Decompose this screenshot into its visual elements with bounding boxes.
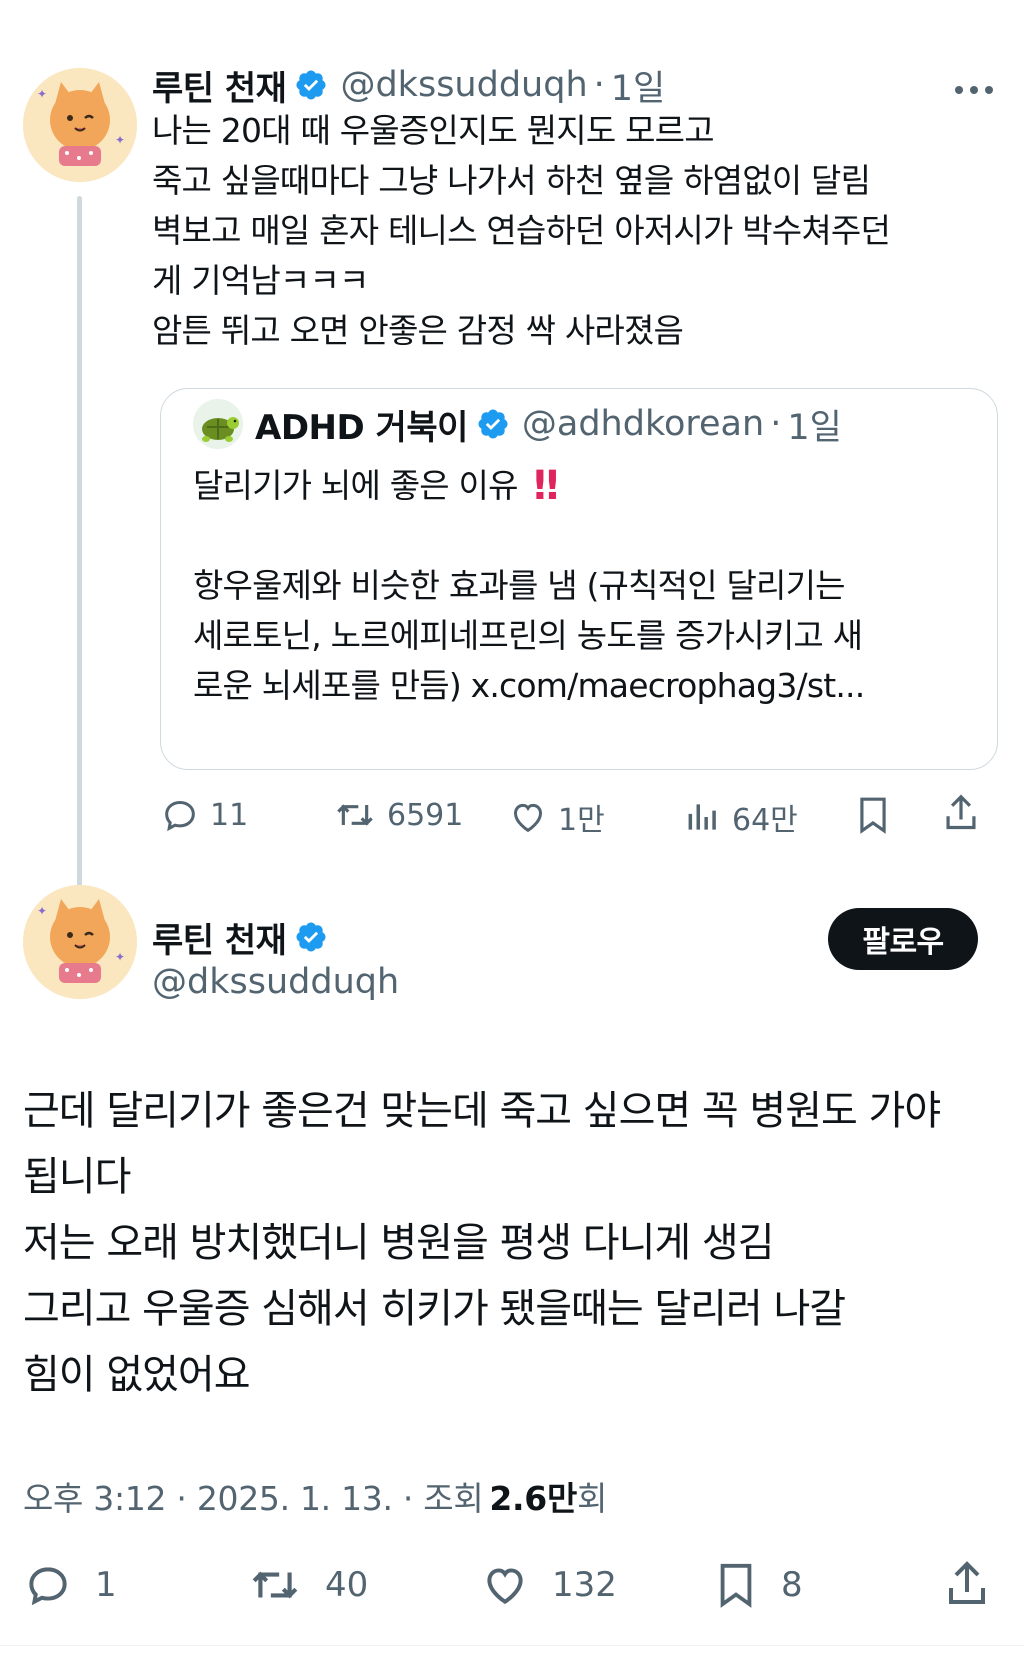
quoted-tweet-time: 1일 xyxy=(787,407,842,448)
reply-count: 1 xyxy=(95,1565,117,1605)
author-display-name[interactable]: 루틴 천재 xyxy=(152,913,287,962)
tweet-text-line: 근데 달리기가 좋은건 맞는데 죽고 싶으면 꼭 병원도 가야 xyxy=(23,1088,941,1134)
like-count: 132 xyxy=(552,1565,617,1605)
share-icon xyxy=(946,794,976,830)
thread-connector-line xyxy=(77,196,82,892)
main-author-name-row: 루틴 천재 xyxy=(152,912,328,962)
quote-body: 달리기가 뇌에 좋은 이유 ‼ 항우울제와 비슷한 효과를 냄 (규칙적인 달리… xyxy=(193,461,865,711)
views-chart-icon xyxy=(688,804,716,830)
svg-text:✦: ✦ xyxy=(115,133,125,147)
views-count: 2.6만 xyxy=(489,1479,578,1518)
share-button[interactable] xyxy=(941,792,981,834)
quoted-author-handle[interactable]: @adhdkorean xyxy=(522,404,764,444)
cat-avatar-icon: ✦ ✦ xyxy=(23,885,137,999)
turtle-avatar-icon xyxy=(193,399,243,449)
reply-button[interactable]: 11 xyxy=(160,795,248,835)
bookmark-icon xyxy=(720,1563,752,1608)
meta-separator: · xyxy=(402,1479,414,1518)
meta-separator: · xyxy=(593,65,605,105)
parent-tweet-header: 루틴 천재 @dkssudduqh · 1일 xyxy=(152,60,665,110)
tweet-text-line: 게 기억남ㅋㅋㅋ xyxy=(152,261,369,300)
tweet-text-line: 나는 20대 때 우울증인지도 뭔지도 모르고 xyxy=(152,111,715,150)
author-avatar[interactable]: ✦ ✦ xyxy=(23,68,137,182)
retweet-button[interactable]: 40 xyxy=(247,1560,368,1610)
author-avatar[interactable]: ✦ ✦ xyxy=(23,885,137,999)
tweet-text-line: 됩니다 xyxy=(23,1154,131,1200)
bookmark-button[interactable]: 8 xyxy=(713,1558,803,1612)
views-label: 조회 xyxy=(423,1479,484,1518)
cat-avatar-icon: ✦ ✦ xyxy=(23,68,137,182)
retweet-icon xyxy=(252,1571,298,1599)
heart-icon xyxy=(513,803,543,833)
tweet-text-line: 벽보고 매일 혼자 테니스 연습하던 아저시가 박수쳐주던 xyxy=(152,211,891,250)
bookmark-button[interactable] xyxy=(854,793,892,837)
reply-count: 11 xyxy=(210,797,249,833)
quote-text-line: 항우울제와 비슷한 효과를 냄 (규칙적인 달리기는 xyxy=(193,566,846,605)
quote-title-line: 달리기가 뇌에 좋은 이유 ‼ xyxy=(193,461,864,511)
views-suffix: 회 xyxy=(577,1479,608,1518)
svg-text:✦: ✦ xyxy=(37,87,47,101)
divider xyxy=(0,1645,1024,1646)
tweet-date[interactable]: 2025. 1. 13. xyxy=(197,1479,393,1518)
tweet-text-line: 암튼 뛰고 오면 안좋은 감정 싹 사라졌음 xyxy=(152,311,684,350)
tweet-text-line: 힘이 없었어요 xyxy=(23,1352,251,1398)
more-dots-icon[interactable] xyxy=(955,86,993,94)
verified-badge-icon xyxy=(478,409,508,439)
verified-badge-icon xyxy=(296,922,326,952)
double-exclamation-icon: ‼ xyxy=(533,463,559,509)
quote-text-line: 로운 뇌세포를 만듬) x.com/maecrophag3/st... xyxy=(193,666,865,705)
reply-icon xyxy=(29,1567,67,1606)
quote-blank-line xyxy=(193,511,864,561)
views-count: 64만 xyxy=(732,803,798,838)
quoted-tweet-card[interactable]: ADHD 거북이 @adhdkorean · 1일 달리기가 뇌에 좋은 이유 … xyxy=(160,388,998,770)
retweet-button[interactable]: 6591 xyxy=(333,795,463,835)
svg-text:✦: ✦ xyxy=(115,950,125,964)
svg-text:✦: ✦ xyxy=(37,904,47,918)
tweet-text-line: 그리고 우울증 심해서 히키가 됐을때는 달리러 나갈 xyxy=(23,1286,846,1332)
retweet-count: 40 xyxy=(325,1565,369,1605)
author-handle[interactable]: @dkssudduqh xyxy=(340,65,587,105)
like-button[interactable]: 1만 xyxy=(508,795,605,839)
quoted-author-name[interactable]: ADHD 거북이 xyxy=(255,400,468,449)
bookmark-count: 8 xyxy=(781,1565,803,1605)
main-tweet-text: 근데 달리기가 좋은건 맞는데 죽고 싶으면 꼭 병원도 가야 됩니다 저는 오… xyxy=(23,1078,941,1408)
views-button[interactable]: 64만 xyxy=(684,795,798,839)
reply-icon xyxy=(165,800,195,832)
tweet-time[interactable]: 오후 3:12 xyxy=(23,1479,167,1518)
tweet-text-line: 죽고 싶을때마다 그냥 나가서 하천 옆을 하염없이 달림 xyxy=(152,161,871,200)
tweet-timestamp-row: 오후 3:12 · 2025. 1. 13. · 조회 2.6만회 xyxy=(23,1472,607,1520)
heart-icon xyxy=(487,1568,523,1604)
follow-button[interactable]: 팔로우 xyxy=(828,908,978,970)
parent-tweet-text: 나는 20대 때 우울증인지도 뭔지도 모르고 죽고 싶을때마다 그냥 나가서 … xyxy=(152,106,891,356)
reply-button[interactable]: 1 xyxy=(23,1560,117,1610)
author-handle[interactable]: @dkssudduqh xyxy=(152,962,399,1002)
meta-separator: · xyxy=(176,1479,187,1518)
like-button[interactable]: 132 xyxy=(480,1560,617,1610)
like-count: 1만 xyxy=(558,803,605,838)
share-button[interactable] xyxy=(943,1558,991,1610)
tweet-time[interactable]: 1일 xyxy=(611,60,665,111)
retweet-count: 6591 xyxy=(387,797,464,833)
quote-header: ADHD 거북이 @adhdkorean · 1일 xyxy=(193,399,842,449)
quote-title: 달리기가 뇌에 좋은 이유 xyxy=(193,466,518,505)
share-icon xyxy=(949,1561,985,1604)
quote-text-line: 세로토닌, 노르에피네프린의 농도를 증가시키고 새 xyxy=(193,616,863,655)
author-display-name[interactable]: 루틴 천재 xyxy=(152,61,287,110)
tweet-text-line: 저는 오래 방치했더니 병원을 평생 다니게 생김 xyxy=(23,1220,775,1266)
bookmark-icon xyxy=(860,797,886,834)
meta-separator: · xyxy=(770,404,782,444)
retweet-icon xyxy=(337,804,373,826)
verified-badge-icon xyxy=(296,70,326,100)
